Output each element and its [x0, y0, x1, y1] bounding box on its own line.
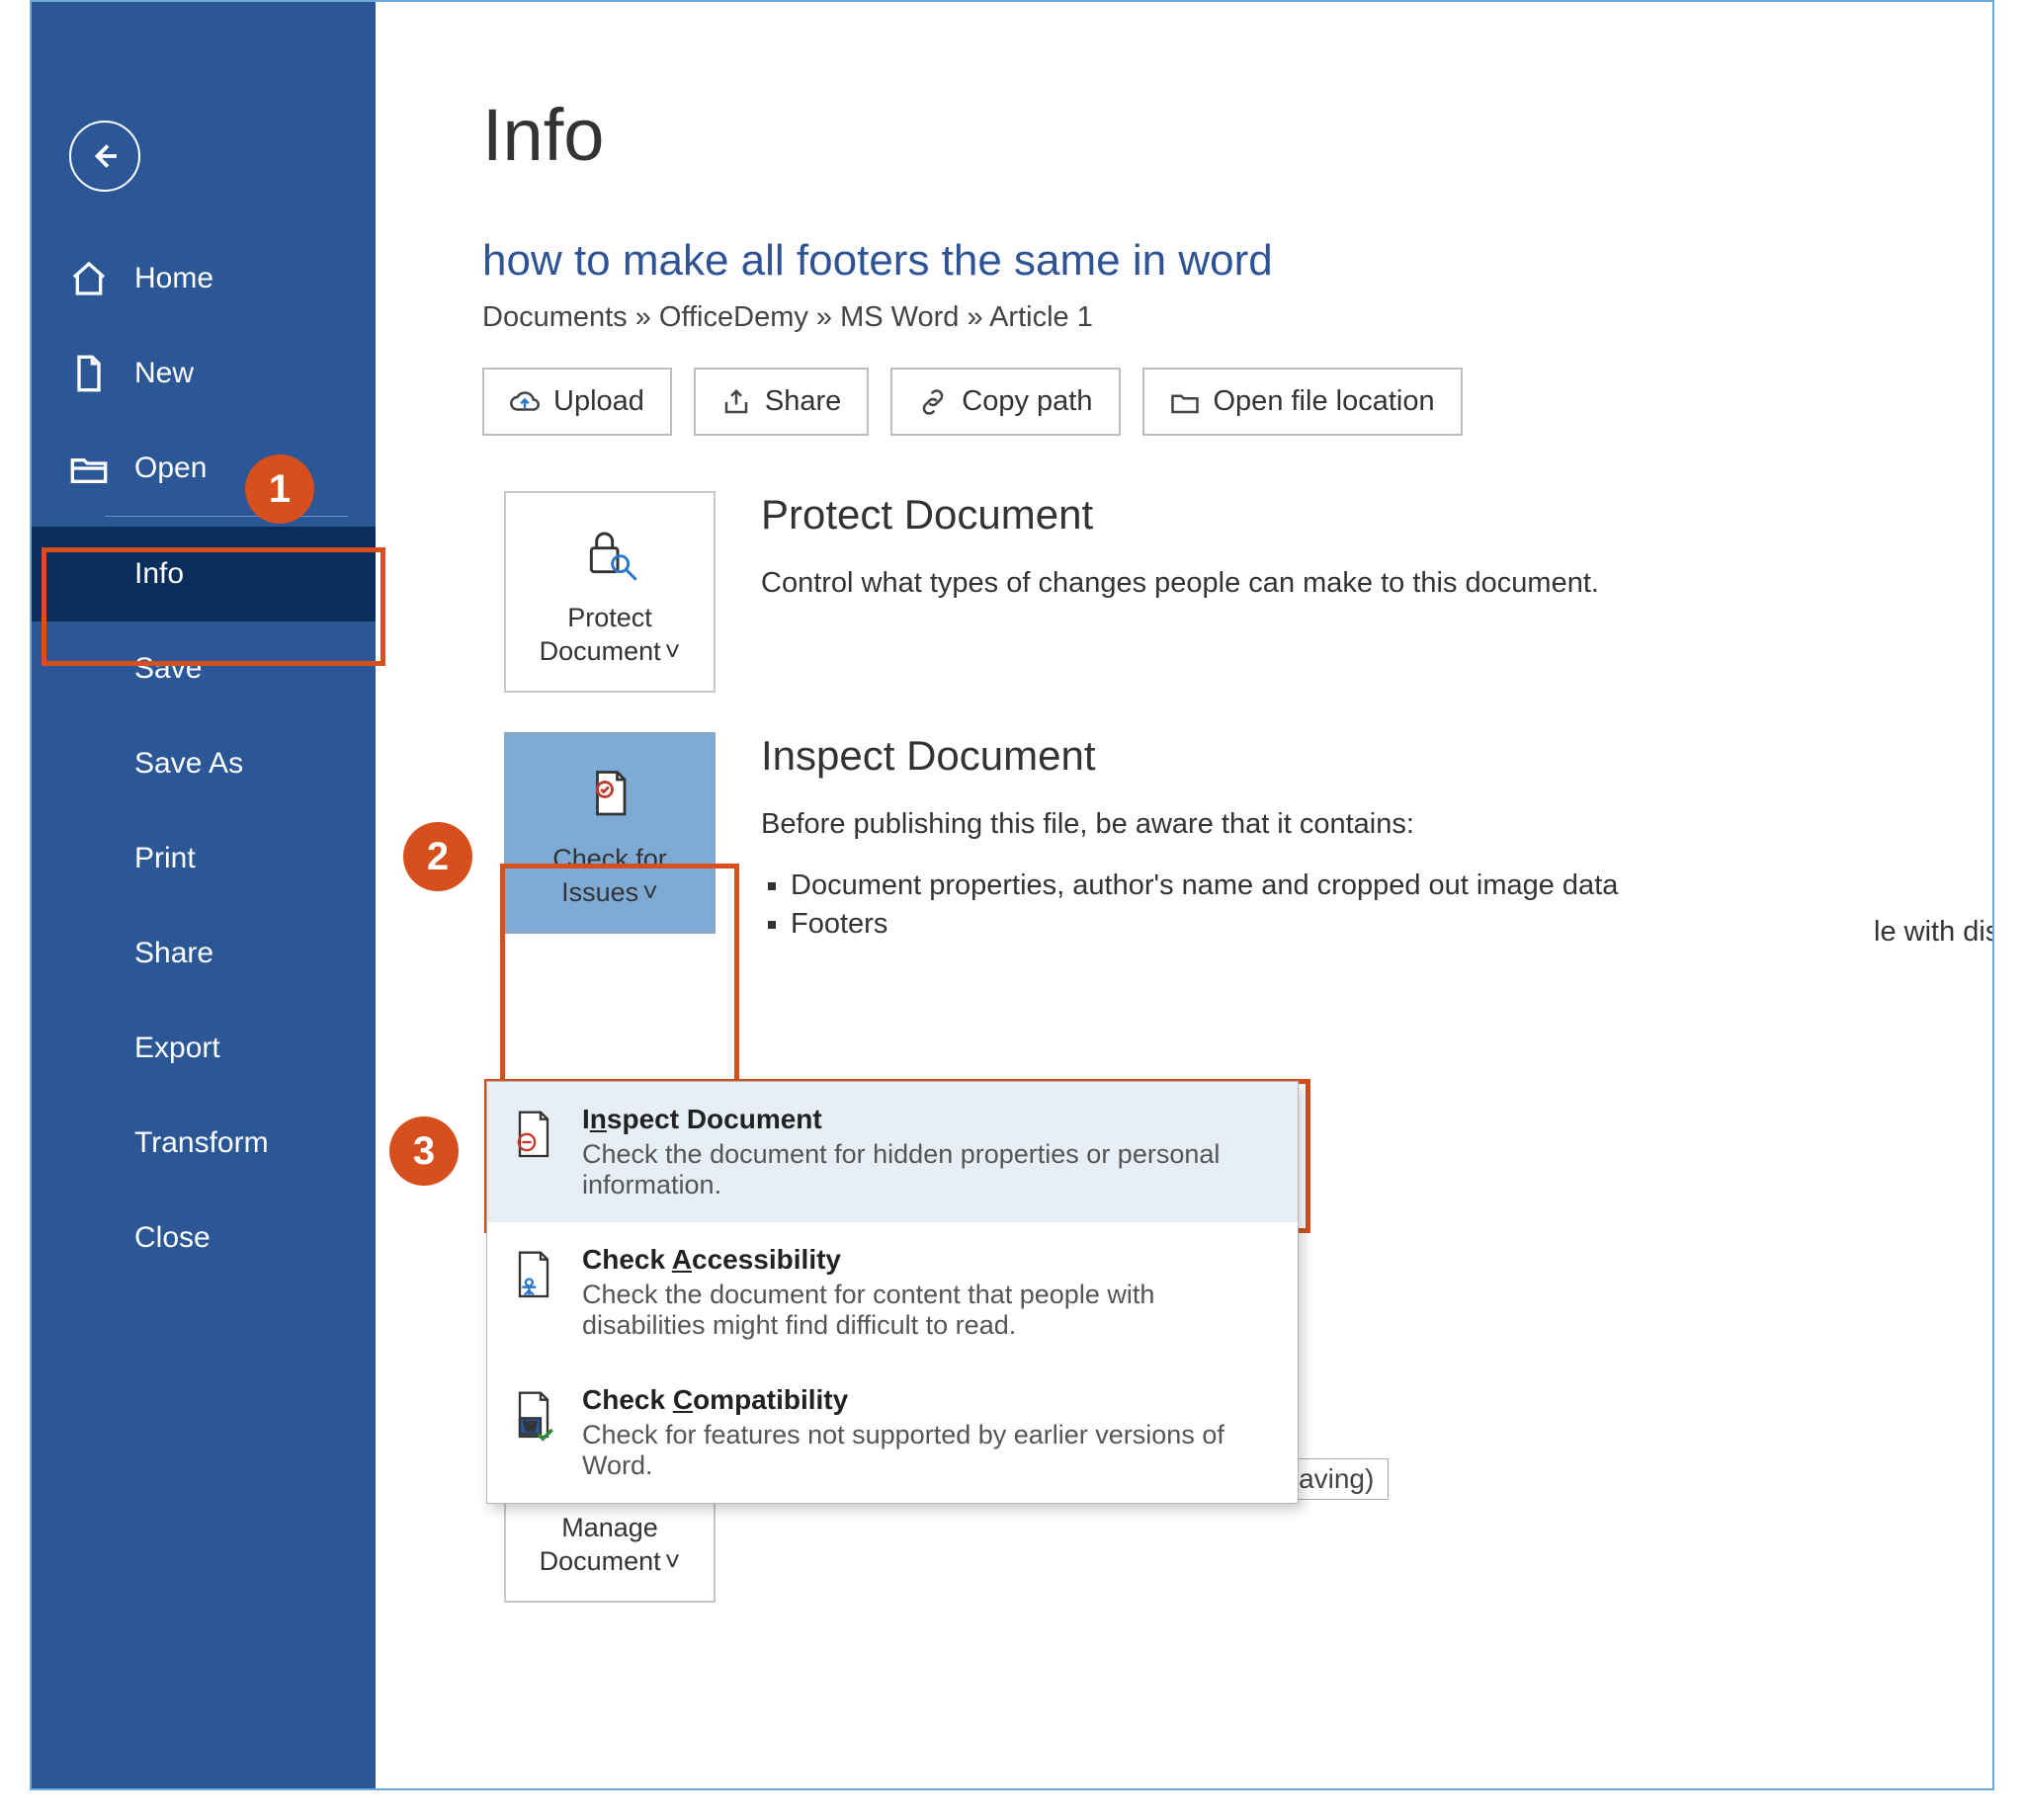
copy-path-label: Copy path: [962, 385, 1092, 418]
sidebar-item-label: Export: [134, 1032, 220, 1065]
breadcrumb: Documents » OfficeDemy » MS Word » Artic…: [482, 301, 1992, 334]
application-frame: how to make all footers the same in word…: [30, 0, 1994, 1790]
document-accessibility-icon: [505, 1244, 562, 1303]
document-compat-icon: W: [505, 1384, 562, 1444]
menu-item-desc: Check for features not supported by earl…: [582, 1420, 1280, 1481]
sidebar-item-save[interactable]: Save: [32, 621, 376, 716]
open-file-location-button[interactable]: Open file location: [1142, 368, 1463, 436]
folder-open-icon: [69, 449, 109, 488]
sidebar-item-label: New: [134, 357, 194, 390]
protect-document-tile[interactable]: Protect Document˅: [504, 491, 716, 693]
annotation-badge-1: 1: [245, 455, 314, 524]
sidebar-item-label: Save As: [134, 747, 243, 781]
sidebar-item-new[interactable]: New: [32, 326, 376, 421]
sidebar-item-open[interactable]: Open: [32, 421, 376, 516]
document-title: how to make all footers the same in word: [482, 236, 1992, 286]
menu-item-check-compatibility[interactable]: W Check Compatibility Check for features…: [487, 1363, 1298, 1503]
menu-item-title: Check Compatibility: [582, 1384, 1280, 1416]
protect-heading: Protect Document: [761, 491, 1599, 538]
sidebar-item-label: Open: [134, 452, 207, 485]
chevron-down-icon: ˅: [665, 636, 681, 666]
manage-tile-label: Manage Document˅: [540, 1512, 681, 1579]
inspect-section: Check for Issues˅ Inspect Document Befor…: [504, 732, 1992, 947]
upload-button[interactable]: Upload: [482, 368, 672, 436]
lock-key-icon: [578, 515, 641, 592]
protect-text: Protect Document Control what types of c…: [761, 491, 1599, 628]
open-file-location-label: Open file location: [1214, 385, 1435, 418]
menu-item-desc: Check the document for hidden properties…: [582, 1139, 1280, 1200]
menu-item-check-accessibility[interactable]: Check Accessibility Check the document f…: [487, 1222, 1298, 1363]
menu-item-title: Inspect Document: [582, 1104, 1280, 1135]
sidebar-item-label: Save: [134, 652, 202, 686]
inspect-heading: Inspect Document: [761, 732, 1618, 780]
info-toolbar: Upload Share Copy path Open file locatio…: [482, 368, 1992, 436]
backstage-sidebar: Home New Open Info Save Save As Print: [32, 2, 376, 1788]
sidebar-item-transform[interactable]: Transform: [32, 1096, 376, 1191]
check-for-issues-tile[interactable]: Check for Issues˅: [504, 732, 716, 934]
copy-path-button[interactable]: Copy path: [890, 368, 1120, 436]
share-button[interactable]: Share: [694, 368, 869, 436]
annotation-badge-2: 2: [403, 822, 472, 891]
inspect-bullet: Footers: [791, 908, 1618, 941]
share-label: Share: [765, 385, 841, 418]
sidebar-item-label: Home: [134, 262, 213, 295]
sidebar-item-save-as[interactable]: Save As: [32, 716, 376, 811]
inspect-text: Inspect Document Before publishing this …: [761, 732, 1618, 947]
sidebar-item-export[interactable]: Export: [32, 1001, 376, 1096]
inspect-trail-text: le with disabilities should not have dif…: [1874, 916, 1994, 949]
inspect-bullets: Document properties, author's name and c…: [791, 869, 1618, 941]
check-for-issues-menu: Inspect Document Check the document for …: [486, 1081, 1299, 1504]
inspect-lead: Before publishing this file, be aware th…: [761, 808, 1618, 841]
annotation-badge-3: 3: [389, 1117, 459, 1186]
sidebar-separator: [105, 516, 348, 517]
sidebar-item-close[interactable]: Close: [32, 1191, 376, 1285]
back-button[interactable]: [69, 121, 140, 192]
sidebar-item-label: Info: [134, 557, 184, 591]
document-check-icon: [580, 756, 639, 833]
arrow-left-icon: [87, 138, 123, 174]
backstage-content: Info how to make all footers the same in…: [376, 2, 1992, 1788]
check-tile-label: Check for Issues˅: [552, 843, 667, 910]
home-icon: [69, 259, 109, 298]
menu-item-inspect-document[interactable]: Inspect Document Check the document for …: [487, 1082, 1298, 1222]
folder-icon: [1170, 387, 1200, 417]
protect-description: Control what types of changes people can…: [761, 567, 1599, 600]
sidebar-item-label: Transform: [134, 1126, 269, 1160]
chevron-down-icon: ˅: [642, 877, 658, 907]
sidebar-item-share[interactable]: Share: [32, 906, 376, 1001]
sidebar-item-info[interactable]: Info: [32, 527, 376, 621]
sidebar-item-label: Print: [134, 842, 196, 875]
upload-label: Upload: [553, 385, 644, 418]
protect-tile-label: Protect Document˅: [540, 602, 681, 669]
svg-text:W: W: [524, 1419, 537, 1434]
share-icon: [721, 387, 751, 417]
sidebar-item-home[interactable]: Home: [32, 231, 376, 326]
sidebar-item-print[interactable]: Print: [32, 811, 376, 906]
file-icon: [69, 354, 109, 393]
protect-section: Protect Document˅ Protect Document Contr…: [504, 491, 1992, 693]
chevron-down-icon: ˅: [665, 1546, 681, 1576]
menu-item-desc: Check the document for content that peop…: [582, 1280, 1280, 1341]
inspect-bullet: Document properties, author's name and c…: [791, 869, 1618, 902]
link-icon: [918, 387, 948, 417]
sidebar-item-label: Share: [134, 937, 213, 970]
menu-item-title: Check Accessibility: [582, 1244, 1280, 1276]
document-alert-icon: [505, 1104, 562, 1163]
page-title: Info: [482, 93, 1992, 177]
cloud-upload-icon: [510, 387, 540, 417]
sidebar-item-label: Close: [134, 1221, 211, 1255]
